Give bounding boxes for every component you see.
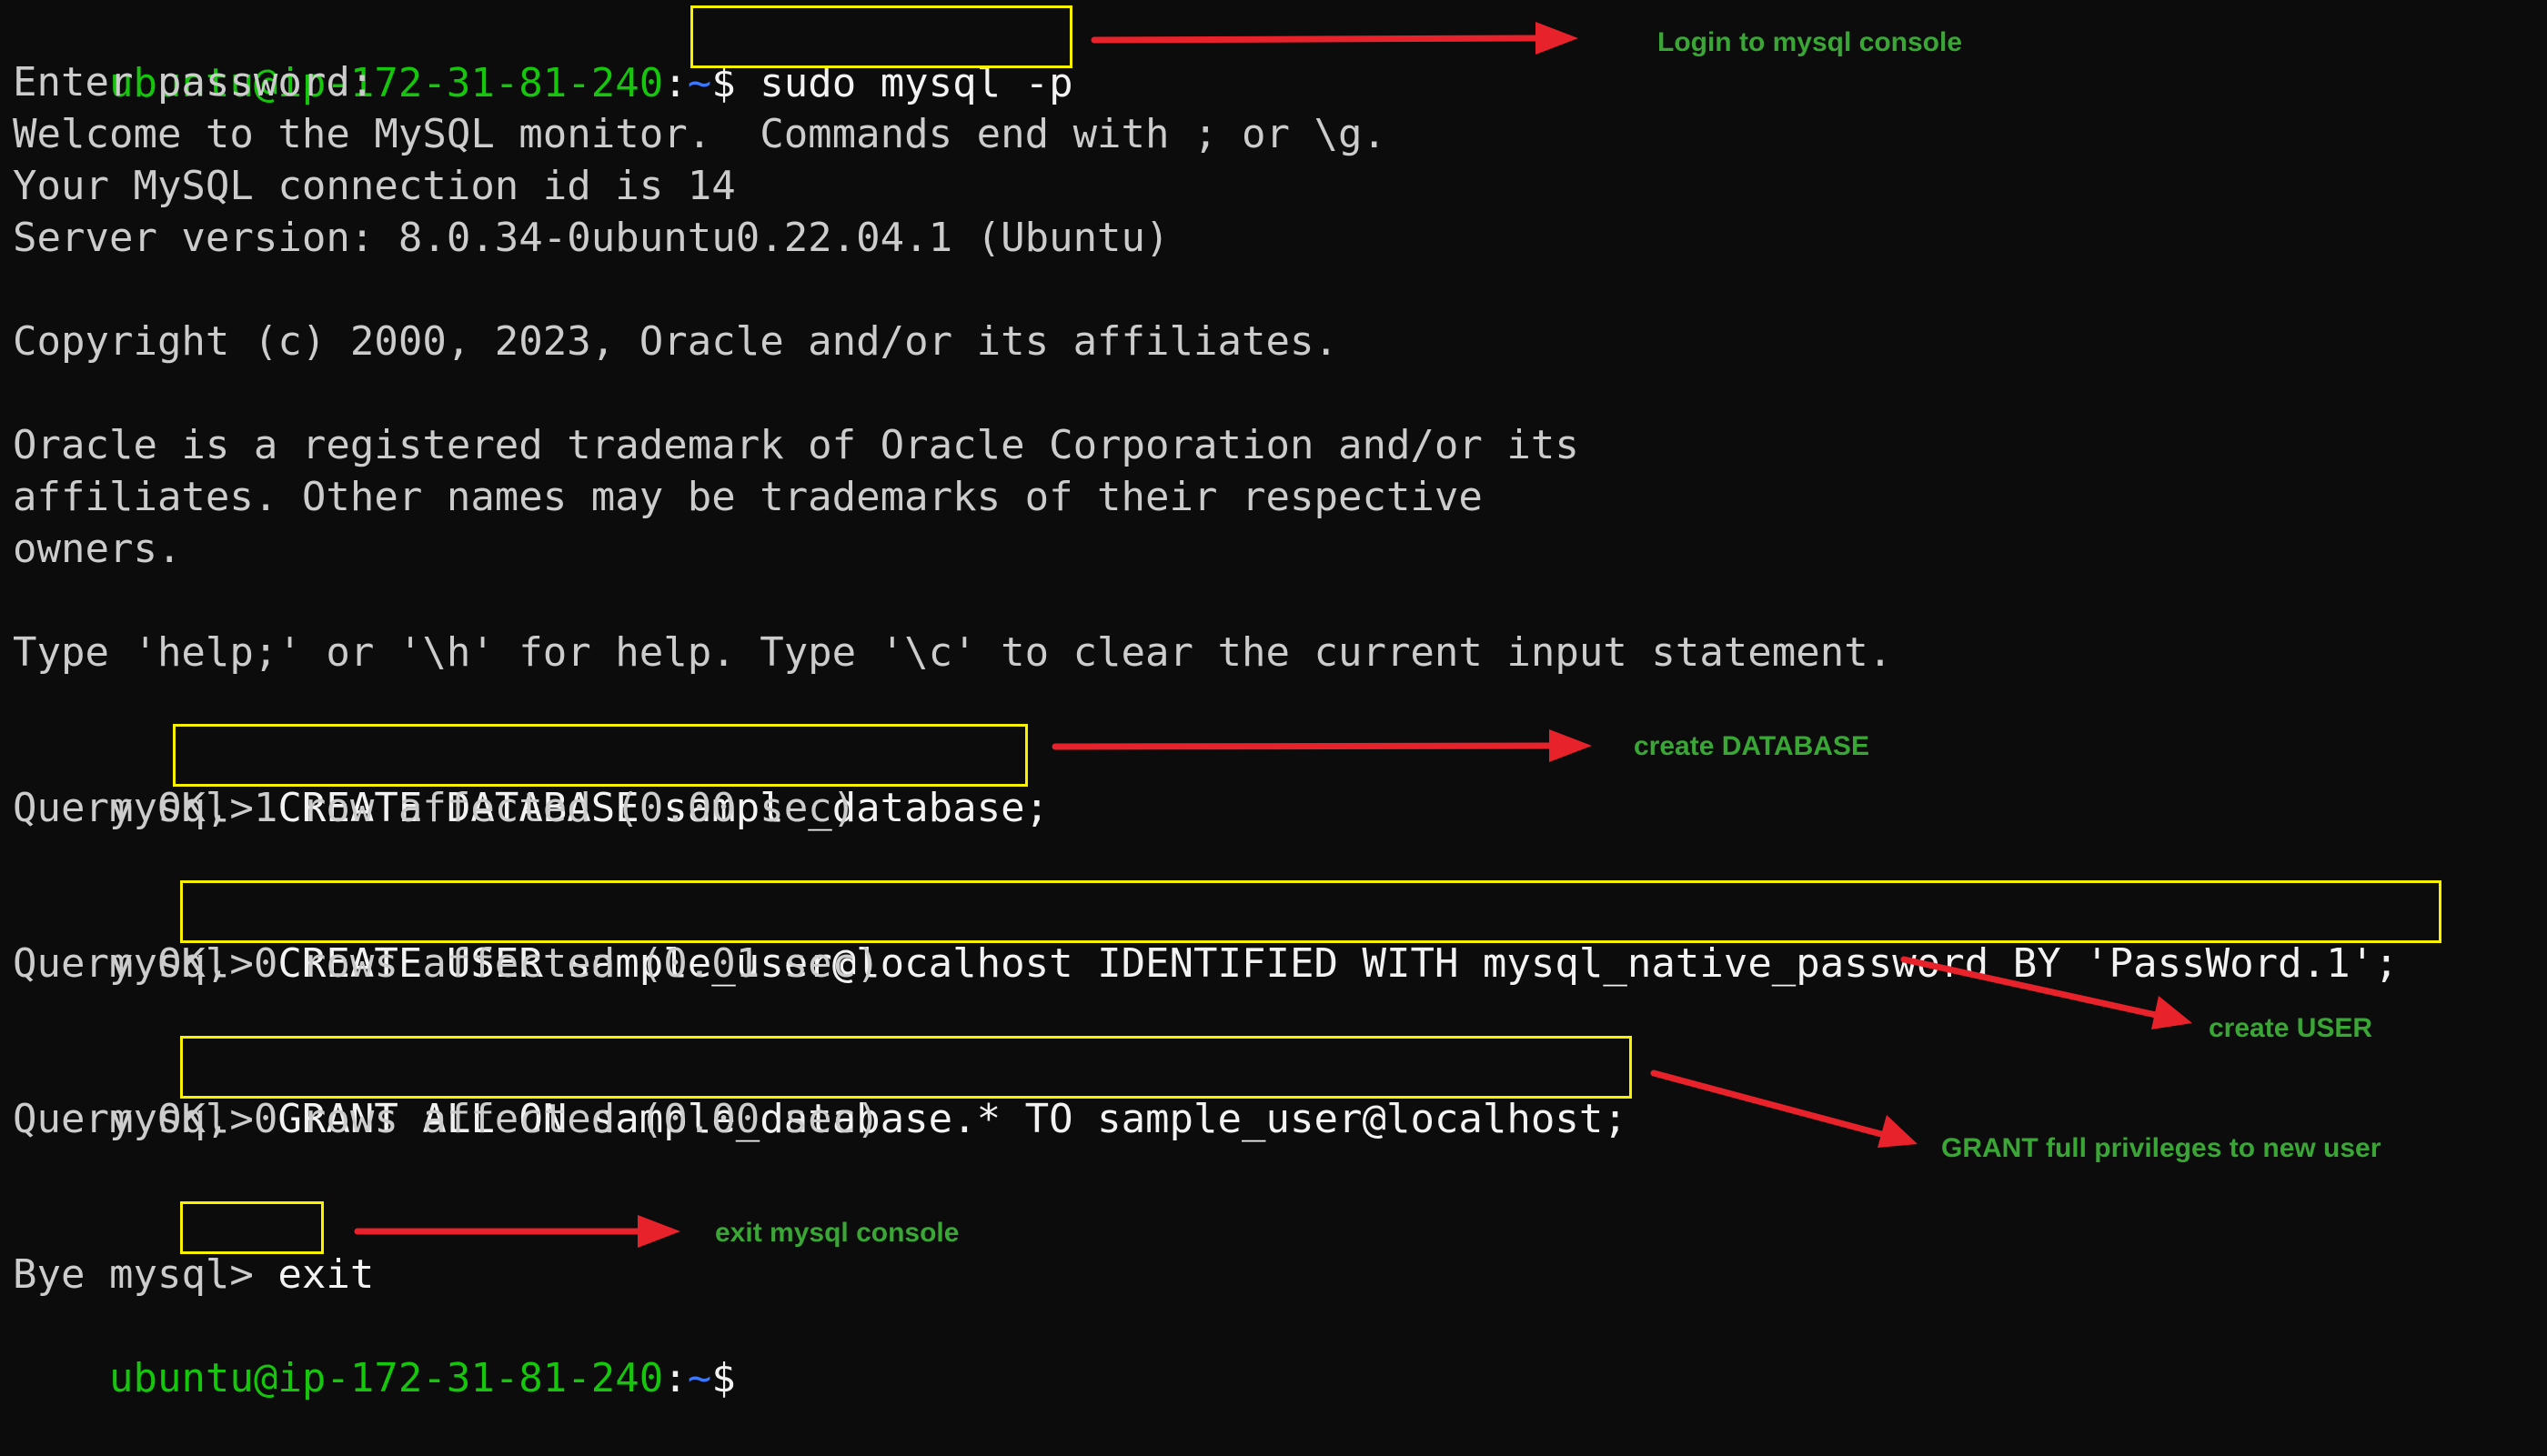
prompt-dollar: $: [711, 60, 736, 106]
arrow-create-database: [1052, 729, 1592, 762]
prompt-dollar: $: [711, 1355, 736, 1401]
prompt-path: ~: [687, 60, 712, 106]
prompt-user-host: ubuntu@ip-172-31-81-240: [108, 1355, 664, 1401]
copyright-line: Copyright (c) 2000, 2023, Oracle and/or …: [13, 318, 1338, 365]
enter-password-line: Enter password:: [13, 59, 375, 105]
arrow-grant: [1650, 1069, 1918, 1148]
prompt-separator: :: [663, 1355, 688, 1401]
annotation-create-user: create USER: [2209, 1013, 2373, 1043]
terminal-line-create-user: mysql> CREATE USER sample_user@localhost…: [13, 886, 2399, 987]
annotation-create-database: create DATABASE: [1634, 731, 1869, 761]
terminal-window[interactable]: ubuntu@ip-172-31-81-240:~$ sudo mysql -p…: [0, 0, 2547, 1401]
connection-id-line: Your MySQL connection id is 14: [13, 163, 736, 209]
arrow-login: [1091, 22, 1578, 55]
terminal-line-final-prompt: ubuntu@ip-172-31-81-240:~$: [13, 1300, 736, 1401]
terminal-line-exit: mysql> exit: [13, 1197, 374, 1298]
command-sudo-mysql: sudo mysql -p: [735, 60, 1073, 106]
annotation-login: Login to mysql console: [1657, 27, 1963, 57]
trademark-line-1: Oracle is a registered trademark of Orac…: [13, 422, 1579, 468]
trademark-line-2: affiliates. Other names may be trademark…: [13, 474, 1483, 520]
annotation-grant: GRANT full privileges to new user: [1941, 1133, 2381, 1163]
terminal-line-login: ubuntu@ip-172-31-81-240:~$ sudo mysql -p: [13, 5, 1073, 106]
help-line: Type 'help;' or '\h' for help. Type '\c'…: [13, 629, 1893, 676]
terminal-line-grant: mysql> GRANT ALL ON sample_database.* TO…: [13, 1041, 1627, 1142]
result-create-user: Query OK, 0 rows affected (0.01 sec): [13, 940, 881, 987]
result-grant: Query OK, 0 rows affected (0.00 sec): [13, 1096, 881, 1142]
result-create-database: Query OK, 1 row affected (0.00 sec): [13, 785, 857, 831]
command-exit: exit: [253, 1251, 375, 1298]
annotation-exit: exit mysql console: [715, 1218, 960, 1248]
terminal-line-create-database: mysql> CREATE DATABASE sample_database;: [13, 730, 1049, 831]
welcome-line: Welcome to the MySQL monitor. Commands e…: [13, 111, 1386, 157]
arrow-exit: [354, 1215, 680, 1248]
prompt-separator: :: [663, 60, 688, 106]
server-version-line: Server version: 8.0.34-0ubuntu0.22.04.1 …: [13, 215, 1170, 261]
bye-line: Bye: [13, 1251, 86, 1298]
prompt-path: ~: [687, 1355, 712, 1401]
trademark-line-3: owners.: [13, 526, 182, 572]
mysql-prompt: mysql>: [108, 1251, 254, 1298]
